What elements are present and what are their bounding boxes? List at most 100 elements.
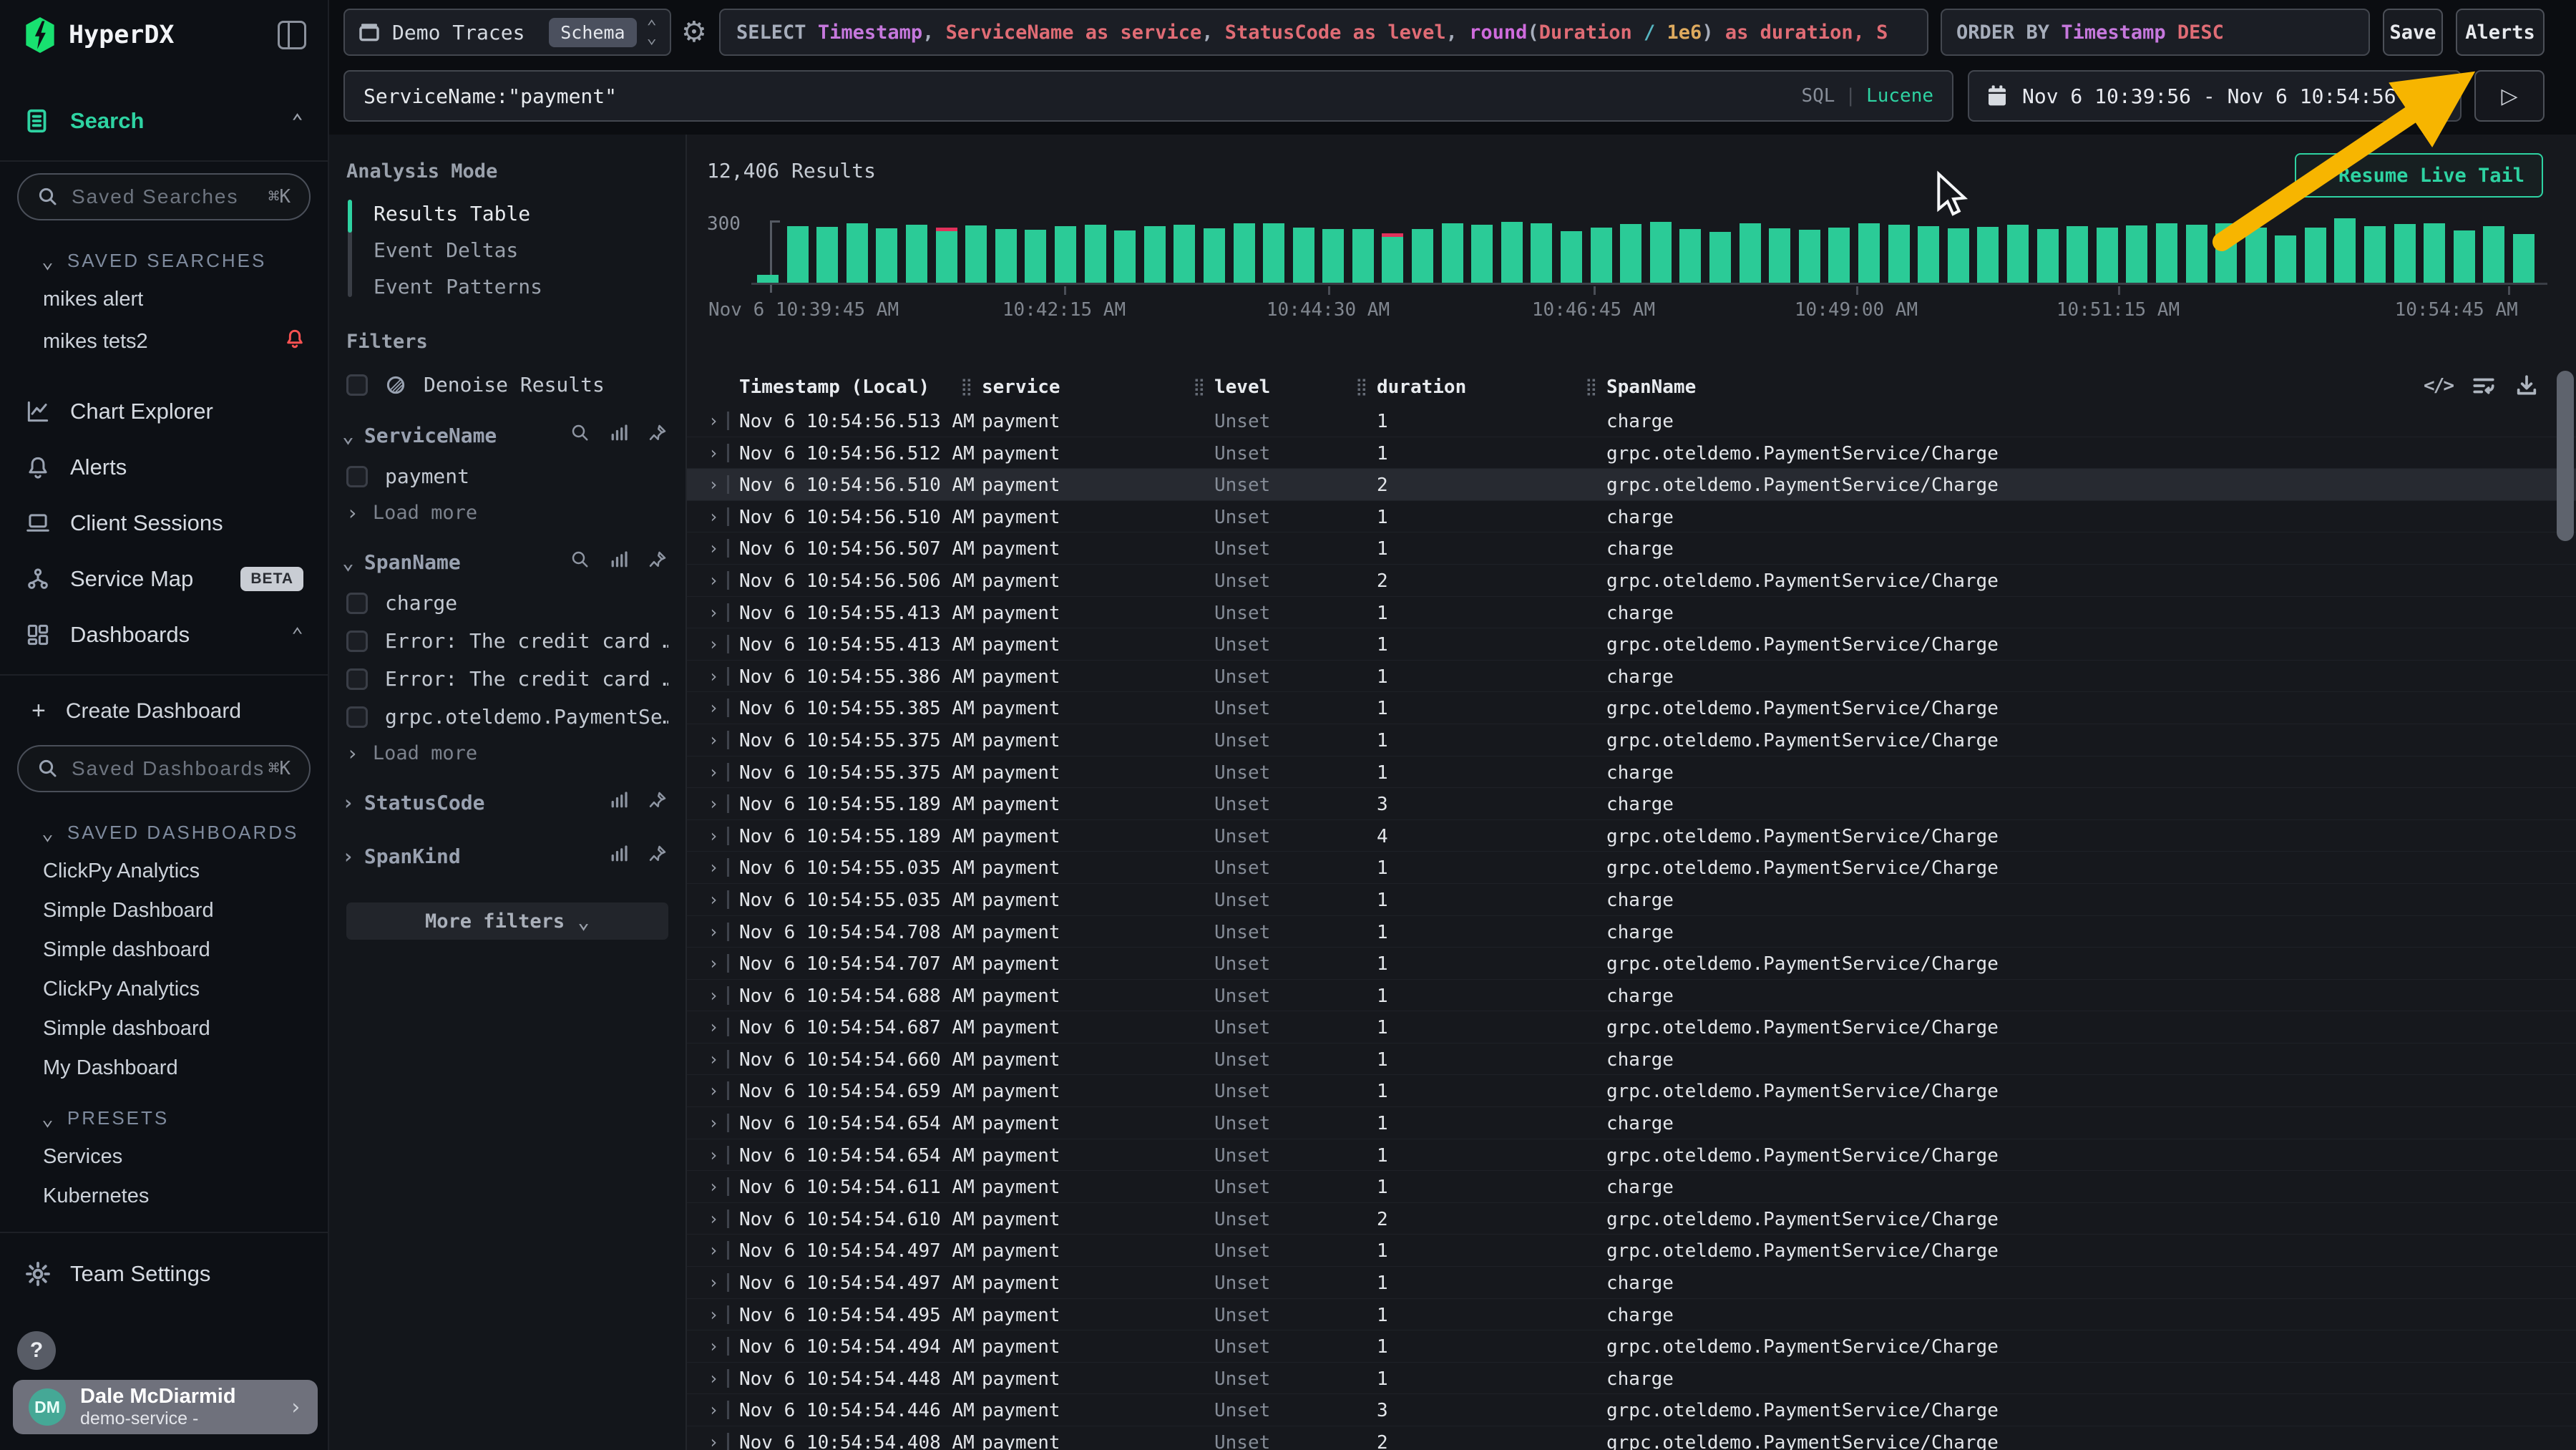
histogram-bar[interactable] (1144, 226, 1166, 283)
table-row[interactable]: ›Nov 6 10:54:55.189 AMpaymentUnset4grpc.… (687, 820, 2576, 852)
table-row[interactable]: ›Nov 6 10:54:54.495 AMpaymentUnset1charg… (687, 1299, 2576, 1331)
table-row[interactable]: ›Nov 6 10:54:56.512 AMpaymentUnset1grpc.… (687, 437, 2576, 469)
table-row[interactable]: ›Nov 6 10:54:54.708 AMpaymentUnset1charg… (687, 916, 2576, 948)
search-icon[interactable] (552, 422, 591, 449)
histogram-bar[interactable] (1352, 229, 1374, 283)
histogram-bar[interactable] (1858, 223, 1880, 283)
histogram-bar[interactable] (876, 228, 897, 283)
table-row[interactable]: ›Nov 6 10:54:56.510 AMpaymentUnset1charg… (687, 501, 2576, 533)
table-row[interactable]: ›Nov 6 10:54:54.660 AMpaymentUnset1charg… (687, 1043, 2576, 1076)
table-row[interactable]: ›Nov 6 10:54:54.688 AMpaymentUnset1charg… (687, 980, 2576, 1012)
histogram-bar[interactable] (1769, 228, 1790, 283)
filter-option[interactable]: Error: The credit card … (329, 660, 686, 698)
histogram-bar[interactable] (1918, 226, 1939, 283)
table-row[interactable]: ›Nov 6 10:54:54.707 AMpaymentUnset1grpc.… (687, 948, 2576, 980)
expand-row-icon[interactable]: › (708, 1209, 718, 1229)
bar-chart-icon[interactable] (591, 549, 630, 575)
histogram-bar[interactable] (2454, 230, 2475, 283)
histogram-bar[interactable] (2215, 223, 2237, 283)
table-row[interactable]: ›Nov 6 10:54:55.413 AMpaymentUnset1charg… (687, 597, 2576, 629)
expand-row-icon[interactable]: › (708, 953, 718, 973)
load-more-button[interactable]: ›Load more (329, 495, 686, 530)
expand-row-icon[interactable]: › (708, 1305, 718, 1325)
histogram-bar[interactable] (1799, 230, 1820, 283)
pin-icon[interactable] (630, 549, 668, 575)
table-row[interactable]: ›Nov 6 10:54:54.446 AMpaymentUnset3grpc.… (687, 1394, 2576, 1426)
sidebar-item-alerts[interactable]: Alerts (0, 439, 328, 495)
source-settings-gear-icon[interactable]: ⚙ (681, 16, 707, 49)
analysis-mode-results-table[interactable]: Results Table (348, 195, 686, 232)
analysis-mode-event-deltas[interactable]: Event Deltas (348, 232, 686, 268)
table-row[interactable]: ›Nov 6 10:54:55.189 AMpaymentUnset3charg… (687, 788, 2576, 820)
histogram-bar[interactable] (1293, 228, 1314, 283)
histogram-bar[interactable] (1709, 232, 1731, 283)
sidebar-item-client-sessions[interactable]: Client Sessions (0, 495, 328, 551)
expand-row-icon[interactable]: › (708, 443, 718, 463)
alerts-button[interactable]: Alerts (2456, 9, 2545, 56)
drag-handle-icon[interactable]: ⣿ (1193, 376, 1206, 396)
histogram-bar[interactable] (1234, 223, 1255, 283)
pin-icon[interactable] (630, 843, 668, 870)
order-by-input[interactable]: ORDER BY Timestamp DESC (1941, 9, 2370, 56)
histogram-bar[interactable] (2007, 225, 2029, 283)
column-header-level[interactable]: level (1214, 376, 1270, 398)
histogram-bar[interactable] (1471, 225, 1493, 283)
expand-row-icon[interactable]: › (708, 826, 718, 846)
table-row[interactable]: ›Nov 6 10:54:55.385 AMpaymentUnset1grpc.… (687, 692, 2576, 724)
save-button[interactable]: Save (2383, 9, 2443, 56)
table-row[interactable]: ›Nov 6 10:54:55.375 AMpaymentUnset1charg… (687, 756, 2576, 789)
histogram-bar[interactable] (906, 225, 927, 283)
preset-item[interactable]: Kubernetes (0, 1177, 328, 1216)
saved-search-item[interactable]: mikes tets2 (0, 319, 328, 364)
download-icon[interactable] (2514, 374, 2539, 398)
sidebar-item-chart-explorer[interactable]: Chart Explorer (0, 384, 328, 439)
column-header-spanname[interactable]: SpanName (1606, 376, 1696, 398)
vertical-scrollbar[interactable] (2557, 371, 2574, 541)
pin-icon[interactable] (630, 422, 668, 449)
expand-row-icon[interactable]: › (708, 1240, 718, 1260)
code-icon[interactable]: </> (2424, 375, 2453, 396)
histogram-bar[interactable] (1740, 223, 1761, 283)
histogram-bar[interactable] (2067, 226, 2088, 283)
expand-row-icon[interactable]: › (708, 634, 718, 654)
histogram-bar[interactable] (2394, 224, 2416, 283)
expand-row-icon[interactable]: › (708, 475, 718, 495)
histogram-bar[interactable] (1828, 228, 1850, 283)
histogram-bar[interactable] (2037, 229, 2059, 283)
sidebar-item-search[interactable]: Search ⌃ (0, 93, 328, 149)
expand-row-icon[interactable]: › (708, 986, 718, 1006)
create-dashboard-button[interactable]: + Create Dashboard (0, 687, 328, 735)
histogram-bar[interactable] (787, 226, 809, 283)
table-row[interactable]: ›Nov 6 10:54:54.610 AMpaymentUnset2grpc.… (687, 1203, 2576, 1235)
expand-row-icon[interactable]: › (708, 570, 718, 590)
filter-option[interactable]: Error: The credit card … (329, 622, 686, 660)
expand-row-icon[interactable]: › (708, 507, 718, 527)
preset-item[interactable]: Services (0, 1137, 328, 1177)
histogram-bar[interactable] (2156, 223, 2177, 283)
filter-group-spanname[interactable]: ⌄SpanName (329, 530, 686, 584)
saved-dashboard-item[interactable]: ClickPy Analytics (0, 852, 328, 891)
help-button[interactable]: ? (17, 1331, 56, 1370)
expand-row-icon[interactable]: › (708, 1017, 718, 1037)
checkbox[interactable] (346, 593, 368, 614)
search-icon[interactable] (552, 549, 591, 575)
expand-row-icon[interactable]: › (708, 1432, 718, 1450)
table-row[interactable]: ›Nov 6 10:54:55.413 AMpaymentUnset1grpc.… (687, 628, 2576, 661)
saved-dashboard-item[interactable]: My Dashboard (0, 1048, 328, 1088)
bar-chart-icon[interactable] (591, 422, 630, 449)
histogram-bar[interactable] (1263, 223, 1284, 283)
source-selector[interactable]: Demo Traces Schema ⌃⌄ (343, 9, 671, 56)
histogram-bar[interactable] (1442, 223, 1463, 283)
filter-option[interactable]: charge (329, 584, 686, 622)
expand-row-icon[interactable]: › (708, 922, 718, 942)
chevron-up-icon[interactable]: ⌃ (291, 110, 303, 133)
denoise-results-toggle[interactable]: Denoise Results (329, 366, 686, 404)
load-more-button[interactable]: ›Load more (329, 736, 686, 771)
saved-dashboards-input[interactable]: Saved Dashboards ⌘K (17, 745, 311, 792)
expand-row-icon[interactable]: › (708, 603, 718, 623)
histogram-bar[interactable] (2097, 228, 2118, 283)
histogram-bar[interactable] (1174, 225, 1195, 283)
histogram-bar[interactable] (1055, 226, 1076, 283)
histogram-bar[interactable] (936, 228, 957, 283)
saved-searches-input[interactable]: Saved Searches ⌘K (17, 173, 311, 220)
